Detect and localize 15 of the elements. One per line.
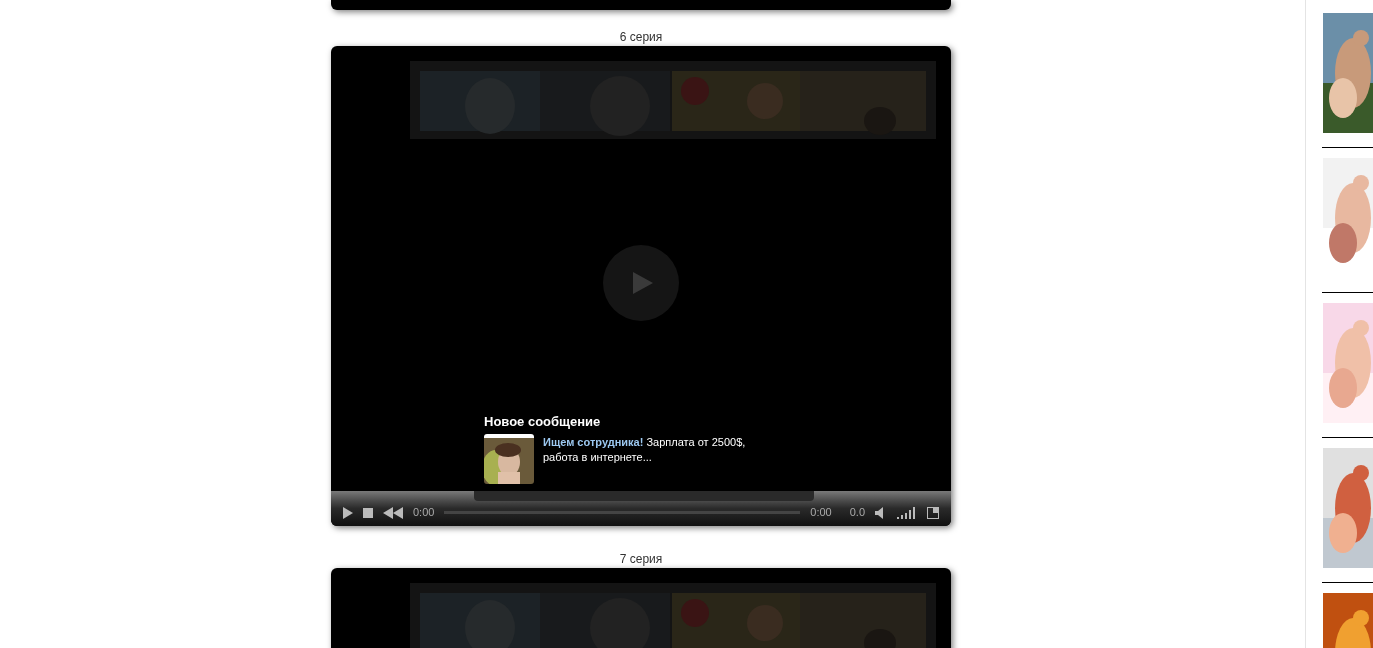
elapsed-time: 0:00 — [413, 505, 435, 521]
volume-level-icon[interactable] — [897, 506, 917, 519]
episode-title: 6 серия — [618, 30, 664, 44]
duration-time: 0:00 — [810, 505, 832, 521]
stop-icon[interactable] — [363, 507, 373, 518]
speed-reading: 0.0 — [849, 505, 865, 521]
play-icon[interactable] — [343, 506, 353, 519]
rewind-icon[interactable] — [383, 506, 403, 519]
notification-link[interactable]: Ищем сотрудника! — [543, 435, 644, 448]
play-icon — [633, 272, 653, 294]
fullscreen-icon[interactable] — [927, 506, 939, 519]
episode-title: 7 серия — [618, 552, 664, 566]
video-player[interactable]: Новое сообщение Ищем сотрудника! Зарплата от 2500$, работа в интернете... 0:00 0:00 0.0 — [331, 46, 951, 526]
notification-message: Ищем сотрудника! Зарплата от 2500$, работа в интернете... — [543, 434, 747, 465]
notification-title: Новое сообщение — [484, 413, 602, 431]
